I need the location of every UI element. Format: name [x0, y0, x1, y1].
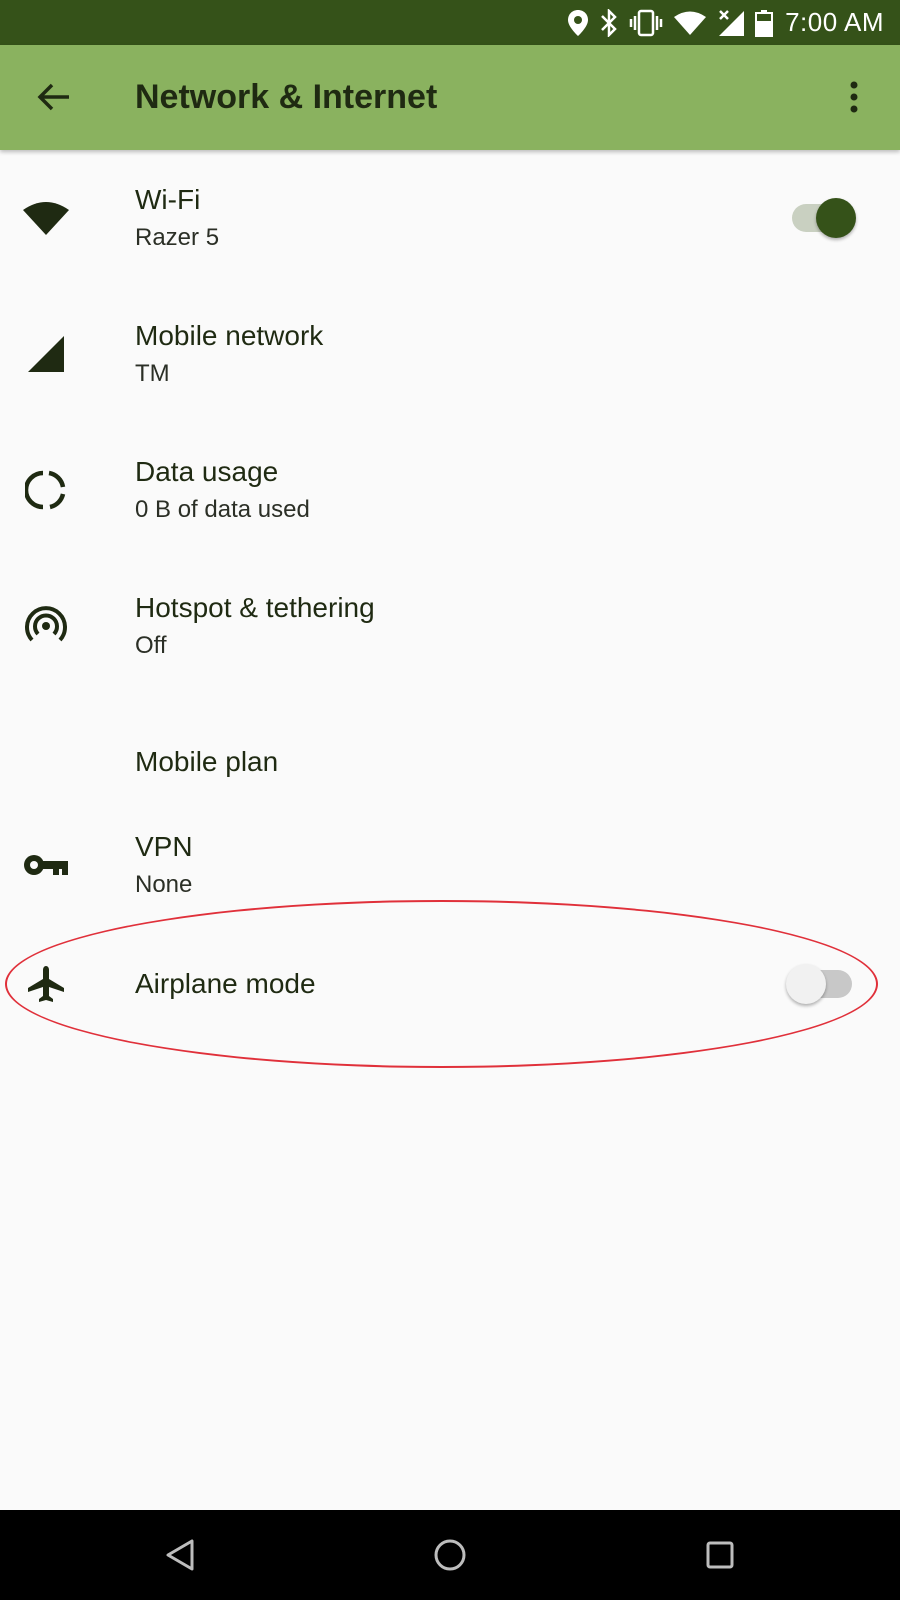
battery-icon	[755, 0, 774, 45]
setting-row-hotspot[interactable]: Hotspot & tethering Off	[0, 558, 900, 694]
setting-summary: Off	[135, 632, 167, 659]
location-icon	[567, 0, 589, 45]
home-circle-icon	[434, 1539, 466, 1571]
nav-home-button[interactable]	[420, 1525, 480, 1585]
hotspot-icon	[20, 600, 72, 652]
setting-row-airplane[interactable]: Airplane mode	[0, 916, 900, 1052]
vpn-key-icon	[20, 839, 72, 891]
setting-label: Mobile plan	[135, 746, 279, 777]
wifi-toggle[interactable]	[792, 198, 856, 238]
status-bar: 7:00 AM	[0, 0, 900, 45]
setting-label: Hotspot & tethering	[135, 592, 375, 623]
toggle-thumb	[816, 198, 856, 238]
setting-label: Airplane mode	[135, 968, 316, 999]
data-usage-icon	[20, 464, 72, 516]
setting-row-mobile-network[interactable]: Mobile network TM	[0, 286, 900, 422]
setting-label: Data usage	[135, 456, 279, 487]
back-triangle-icon	[166, 1539, 194, 1571]
page-title: Network & Internet	[135, 78, 438, 116]
clock: 7:00 AM	[785, 7, 884, 37]
nav-recents-button[interactable]	[690, 1525, 750, 1585]
more-vert-icon	[850, 81, 858, 113]
setting-label: VPN	[135, 831, 193, 862]
arrow-back-icon	[37, 83, 69, 111]
navigation-bar	[0, 1510, 900, 1600]
signal-no-data-icon	[717, 0, 745, 45]
vibrate-icon	[629, 0, 663, 45]
setting-label: Wi-Fi	[135, 184, 201, 215]
wifi-icon	[673, 0, 707, 45]
recents-square-icon	[706, 1541, 734, 1569]
signal-icon	[20, 328, 72, 380]
setting-summary: None	[135, 871, 193, 898]
setting-row-data-usage[interactable]: Data usage 0 B of data used	[0, 422, 900, 558]
setting-summary: 0 B of data used	[135, 496, 310, 523]
airplane-mode-toggle[interactable]	[786, 964, 852, 1004]
setting-label: Mobile network	[135, 320, 324, 351]
setting-summary: Razer 5	[135, 224, 220, 251]
setting-summary: TM	[135, 360, 170, 387]
nav-back-button[interactable]	[150, 1525, 210, 1585]
setting-row-wifi[interactable]: Wi-Fi Razer 5	[0, 150, 900, 286]
airplane-icon	[20, 958, 72, 1010]
wifi-icon	[20, 192, 72, 244]
toggle-thumb	[786, 964, 826, 1004]
back-button[interactable]	[28, 71, 80, 123]
setting-row-vpn[interactable]: VPN None	[0, 797, 900, 933]
more-options-button[interactable]	[828, 71, 880, 123]
bluetooth-icon	[599, 0, 619, 45]
app-bar: Network & Internet	[0, 45, 900, 150]
